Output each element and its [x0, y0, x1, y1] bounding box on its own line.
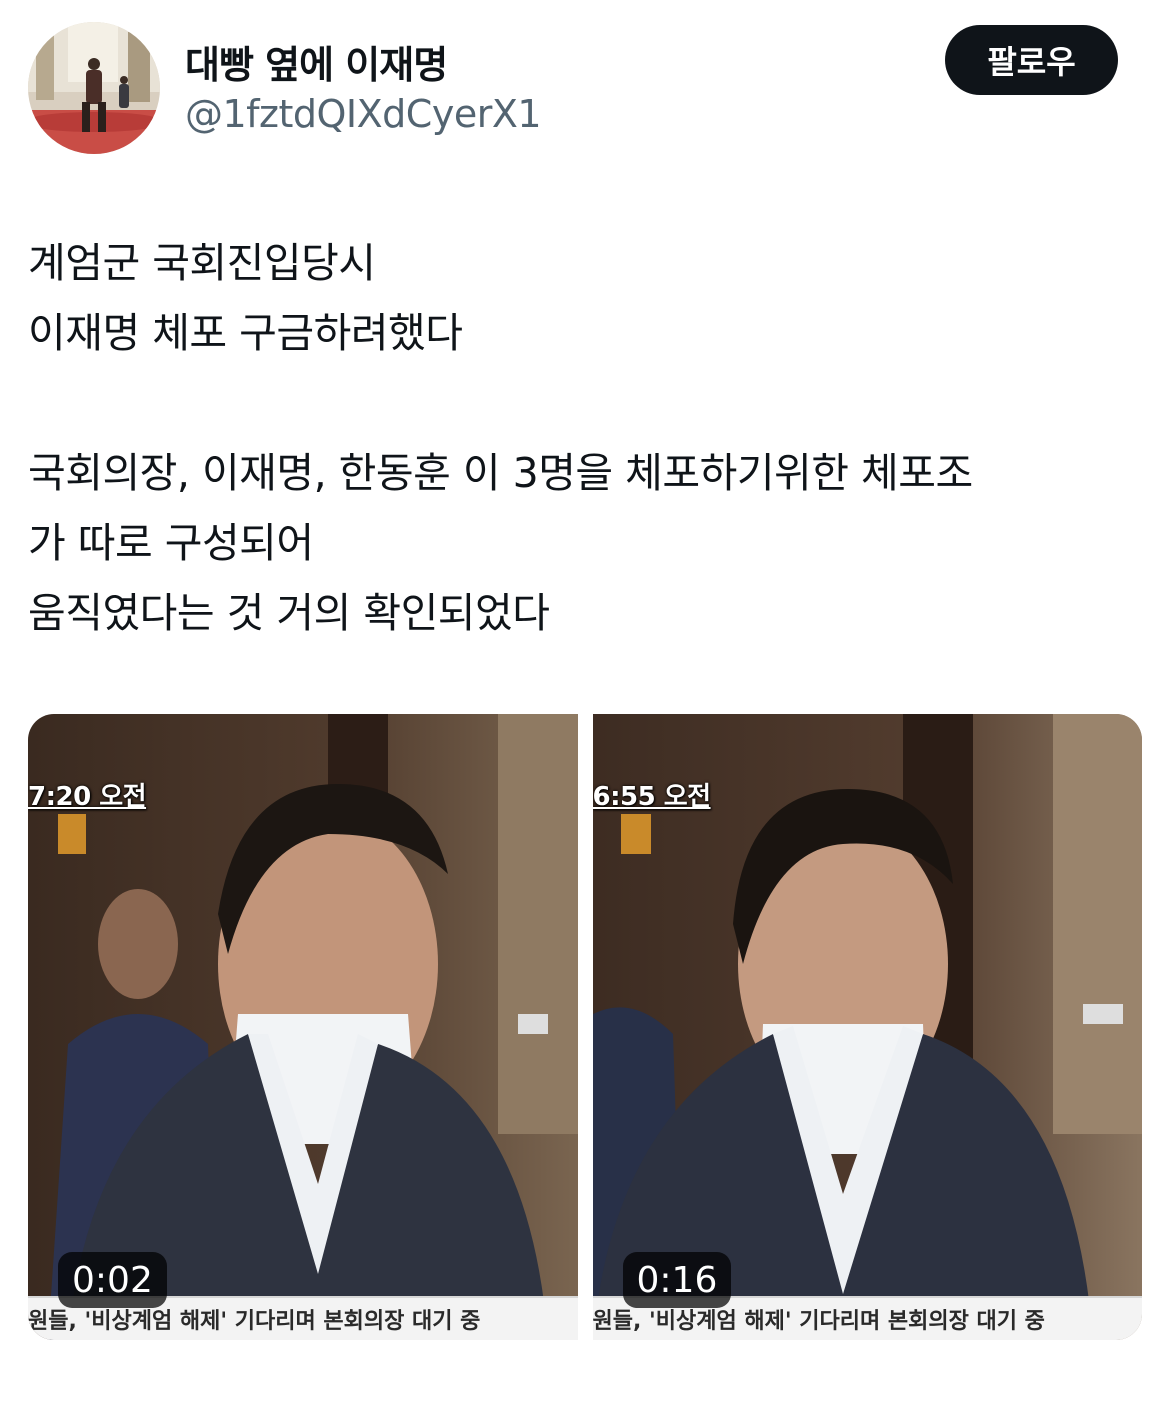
media-grid: 7:20 오전 원들, '비상계엄 해제' 기다리며 본회의장 대기 중 0:0… — [28, 714, 1142, 1340]
tweet-line: 국회의장, 이재명, 한동훈 이 3명을 체포하기위한 체포조 — [28, 449, 973, 497]
display-name[interactable]: 대빵 옆에 이재명 — [185, 34, 448, 89]
tweet-page: 대빵 옆에 이재명 @1fztdQIXdCyerX1 팔로우 계엄군 국회진입당… — [0, 0, 1170, 1409]
avatar[interactable] — [28, 22, 160, 154]
tweet-line: 가 따로 구성되어 — [28, 519, 314, 567]
video-thumbnail[interactable]: 7:20 오전 원들, '비상계엄 해제' 기다리며 본회의장 대기 중 0:0… — [28, 714, 578, 1340]
tweet-text: 계엄군 국회진입당시 이재명 체포 구금하려했다 국회의장, 이재명, 한동훈 … — [28, 228, 1148, 648]
tweet-line: 움직였다는 것 거의 확인되었다 — [28, 589, 550, 637]
video-thumbnail[interactable]: 6:55 오전 원들, '비상계엄 해제' 기다리며 본회의장 대기 중 0:1… — [592, 714, 1142, 1340]
tweet-line: 계엄군 국회진입당시 — [28, 239, 376, 287]
tweet-line: 이재명 체포 구금하려했다 — [28, 309, 463, 357]
video-duration: 0:02 — [58, 1252, 167, 1308]
broadcast-time-overlay: 7:20 오전 — [28, 782, 147, 812]
follow-button[interactable]: 팔로우 — [945, 25, 1118, 95]
broadcast-time-overlay: 6:55 오전 — [592, 782, 712, 812]
user-handle[interactable]: @1fztdQIXdCyerX1 — [185, 92, 542, 136]
video-duration: 0:16 — [622, 1252, 732, 1308]
